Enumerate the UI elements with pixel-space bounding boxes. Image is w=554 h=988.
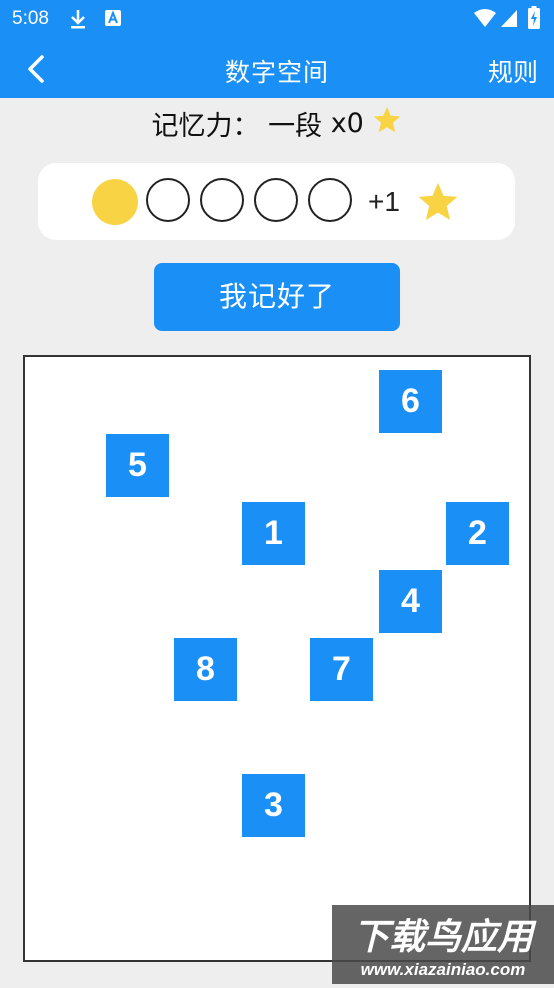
watermark-url: www.xiazainiao.com: [361, 960, 526, 979]
memorized-button[interactable]: 我记好了: [154, 263, 400, 331]
memory-level: 记忆力： 一段 x0: [0, 104, 554, 143]
star-count: x0: [330, 108, 364, 139]
progress-dot-empty: [308, 178, 352, 222]
download-icon: [68, 8, 88, 34]
battery-charging-icon: [528, 6, 540, 34]
a-badge-icon: [104, 8, 122, 32]
watermark-title: 下载鸟应用: [353, 917, 537, 958]
signal-icon: [500, 8, 518, 32]
page-title: 数字空间: [224, 58, 329, 87]
status-bar: 5:08: [0, 0, 554, 40]
number-tile[interactable]: 6: [379, 370, 442, 433]
status-time: 5:08: [12, 8, 49, 29]
number-tile[interactable]: 7: [310, 638, 373, 701]
number-tile[interactable]: 8: [174, 638, 237, 701]
star-icon: [372, 105, 402, 142]
rules-button[interactable]: 规则: [488, 53, 538, 89]
app-bar: 数字空间 规则: [0, 40, 554, 98]
memory-label: 记忆力：: [151, 111, 260, 142]
progress-card: +1: [38, 163, 515, 240]
progress-dot-empty: [200, 178, 244, 222]
number-tile[interactable]: 3: [242, 774, 305, 837]
reward-star-icon: [416, 180, 460, 228]
number-board: 6 5 1 2 4 8 7 3: [23, 355, 531, 962]
wifi-icon: [474, 8, 496, 32]
number-tile[interactable]: 4: [379, 570, 442, 633]
memory-rank: 一段: [268, 111, 323, 142]
progress-dot-filled: [92, 179, 138, 225]
number-tile[interactable]: 1: [242, 502, 305, 565]
progress-dot-empty: [254, 178, 298, 222]
reward-label: +1: [368, 186, 400, 217]
progress-dot-empty: [146, 178, 190, 222]
number-tile[interactable]: 2: [446, 502, 509, 565]
number-tile[interactable]: 5: [106, 434, 169, 497]
watermark-logo: 下载鸟应用 www.xiazainiao.com: [332, 905, 554, 984]
